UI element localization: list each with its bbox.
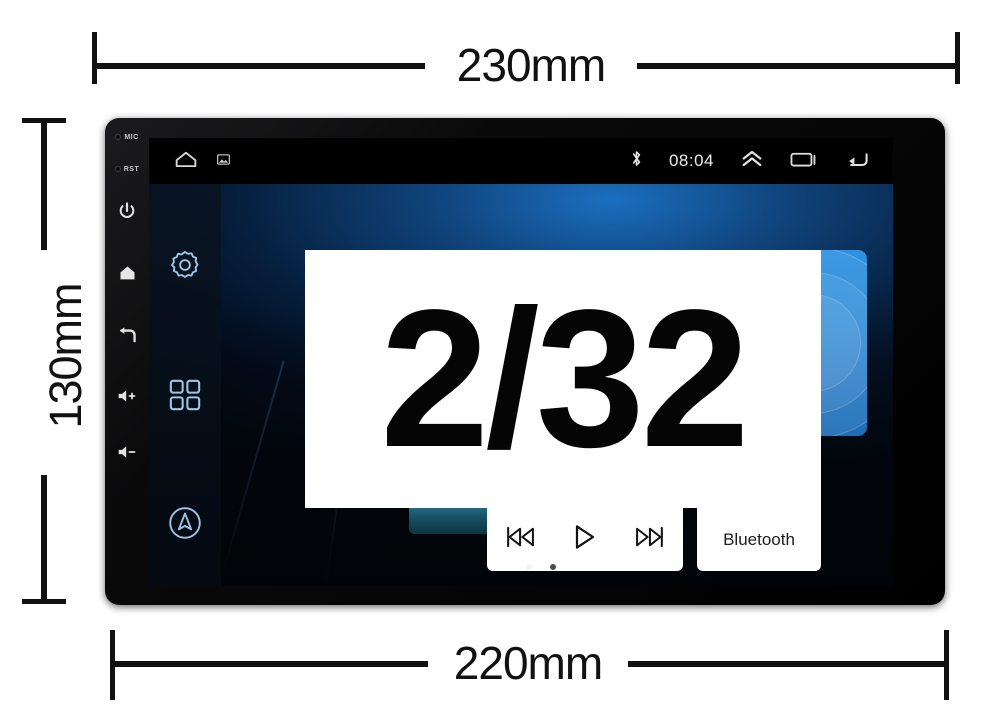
dimension-top-bar-right bbox=[637, 63, 958, 69]
status-clock: 08:04 bbox=[668, 151, 714, 170]
volume-up-icon bbox=[118, 390, 136, 402]
dimension-label-height-left: 130mm bbox=[40, 283, 91, 429]
dimension-top-tick-left bbox=[92, 32, 97, 84]
reset-button[interactable]: RST bbox=[105, 158, 149, 180]
power-button[interactable] bbox=[105, 198, 149, 224]
reset-label: RST bbox=[123, 165, 140, 173]
mic-hole-icon bbox=[115, 134, 122, 140]
back-hw-button[interactable] bbox=[105, 322, 149, 348]
dimension-bottom-bar-right bbox=[628, 661, 947, 667]
power-icon bbox=[119, 202, 135, 218]
side-button-rail: MIC RST bbox=[105, 118, 149, 605]
road-line bbox=[221, 360, 285, 582]
back-arrow-icon bbox=[119, 327, 136, 343]
skip-previous-button[interactable] bbox=[505, 526, 537, 553]
screen-dock bbox=[149, 184, 221, 586]
home-hw-button[interactable] bbox=[105, 260, 149, 286]
status-bar: 08:04 bbox=[149, 138, 893, 184]
recent-apps-icon[interactable] bbox=[790, 149, 818, 174]
skip-previous-icon bbox=[507, 526, 534, 548]
spec-overlay-text: 2/32 bbox=[380, 269, 749, 488]
reset-hole-icon bbox=[114, 166, 121, 172]
dimension-top-tick-right bbox=[955, 32, 960, 84]
status-bar-left-group bbox=[173, 150, 230, 172]
gear-icon bbox=[171, 251, 199, 278]
dimension-left-bar-top bbox=[41, 120, 47, 250]
dimension-bottom-bar-left bbox=[113, 661, 428, 667]
bluetooth-label-panel[interactable]: Bluetooth bbox=[697, 508, 821, 571]
home-icon bbox=[120, 266, 134, 280]
back-arrow-icon[interactable] bbox=[844, 149, 871, 174]
dock-item-apps[interactable] bbox=[164, 374, 206, 416]
mic-button[interactable]: MIC bbox=[105, 126, 149, 148]
play-icon bbox=[575, 525, 595, 549]
grid-apps-icon bbox=[169, 379, 201, 411]
spec-overlay-panel: 2/32 bbox=[305, 250, 821, 508]
page-indicator bbox=[149, 564, 893, 570]
home-icon[interactable] bbox=[173, 150, 199, 172]
dimension-label-width-bottom: 220mm bbox=[453, 637, 603, 689]
navigation-compass-icon bbox=[169, 507, 201, 539]
play-button[interactable] bbox=[573, 524, 597, 555]
page-dot-inactive[interactable] bbox=[550, 564, 556, 570]
dimension-top-bar-left bbox=[95, 63, 425, 69]
car-head-unit-device: MIC RST 08:04 Bluetooth 2/32 bbox=[105, 118, 945, 605]
home-screen: Bluetooth 2/32 bbox=[149, 184, 893, 586]
dock-item-navigation[interactable] bbox=[164, 502, 206, 544]
touchscreen[interactable]: 08:04 Bluetooth 2/32 bbox=[149, 138, 893, 586]
bluetooth-label: Bluetooth bbox=[723, 529, 795, 549]
skip-next-button[interactable] bbox=[633, 526, 665, 553]
dock-item-settings[interactable] bbox=[164, 244, 206, 286]
volume-down-icon bbox=[118, 446, 136, 458]
volume-up-button[interactable] bbox=[105, 384, 149, 408]
status-bar-right-group: 08:04 bbox=[630, 149, 871, 174]
media-control-panel bbox=[487, 508, 683, 571]
dimension-label-width-top: 230mm bbox=[456, 39, 606, 91]
chevron-up-icon[interactable] bbox=[740, 149, 764, 173]
mic-label: MIC bbox=[124, 133, 139, 141]
gallery-icon[interactable] bbox=[217, 152, 230, 170]
dimension-left-bar-bottom bbox=[41, 475, 47, 603]
volume-down-button[interactable] bbox=[105, 440, 149, 464]
skip-next-icon bbox=[636, 526, 663, 548]
page-dot-active[interactable] bbox=[526, 564, 532, 570]
bluetooth-icon bbox=[630, 149, 643, 173]
